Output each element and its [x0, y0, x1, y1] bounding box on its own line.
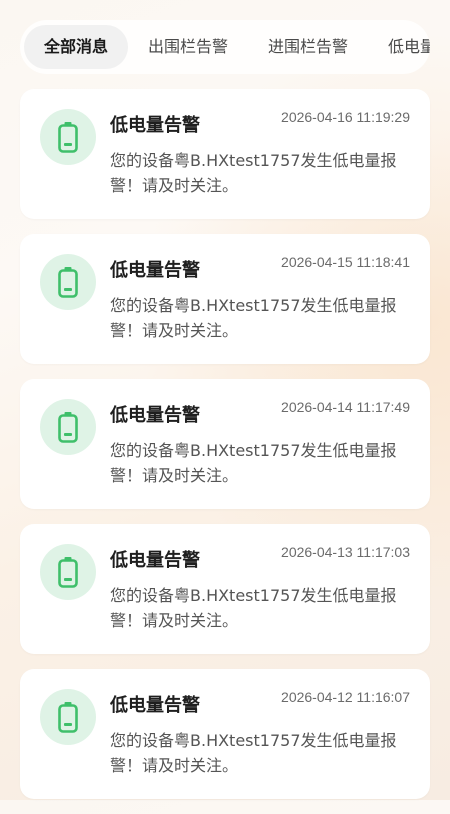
category-tab-bar[interactable]: 全部消息 出围栏告警 进围栏告警 低电量告警 [20, 20, 430, 74]
message-timestamp: 2026-04-16 11:19:29 [281, 109, 410, 125]
message-card[interactable]: 低电量告警 2026-04-15 11:18:41 您的设备粤B.HXtest1… [20, 234, 430, 364]
battery-low-icon [40, 254, 96, 310]
battery-low-icon [40, 544, 96, 600]
message-body: 您的设备粤B.HXtest1757发生低电量报警！请及时关注。 [110, 731, 397, 775]
tab-all-messages[interactable]: 全部消息 [24, 25, 129, 69]
message-title: 低电量告警 [110, 260, 200, 281]
message-title: 低电量告警 [110, 695, 200, 716]
tab-enter-fence-alarm[interactable]: 进围栏告警 [248, 25, 368, 69]
message-title: 低电量告警 [110, 550, 200, 571]
tab-exit-fence-alarm[interactable]: 出围栏告警 [128, 25, 248, 69]
message-timestamp: 2026-04-12 11:16:07 [281, 689, 410, 705]
message-body: 您的设备粤B.HXtest1757发生低电量报警！请及时关注。 [110, 151, 397, 195]
battery-low-icon [40, 109, 96, 165]
message-timestamp: 2026-04-15 11:18:41 [281, 254, 410, 270]
battery-low-icon [40, 689, 96, 745]
message-list[interactable]: 低电量告警 2026-04-16 11:19:29 您的设备粤B.HXtest1… [20, 89, 430, 814]
message-body: 您的设备粤B.HXtest1757发生低电量报警！请及时关注。 [110, 586, 397, 630]
message-timestamp: 2026-04-14 11:17:49 [281, 399, 410, 415]
message-card[interactable]: 低电量告警 2026-04-12 11:16:07 您的设备粤B.HXtest1… [20, 669, 430, 799]
message-body: 您的设备粤B.HXtest1757发生低电量报警！请及时关注。 [110, 296, 397, 340]
message-card[interactable]: 低电量告警 2026-04-14 11:17:49 您的设备粤B.HXtest1… [20, 379, 430, 509]
message-timestamp: 2026-04-13 11:17:03 [281, 544, 410, 560]
message-title: 低电量告警 [110, 115, 200, 136]
battery-low-icon [40, 399, 96, 455]
message-body: 您的设备粤B.HXtest1757发生低电量报警！请及时关注。 [110, 441, 397, 485]
message-card[interactable]: 低电量告警 2026-04-13 11:17:03 您的设备粤B.HXtest1… [20, 524, 430, 654]
tab-track: 全部消息 出围栏告警 进围栏告警 低电量告警 [24, 25, 430, 69]
message-card[interactable]: 低电量告警 2026-04-16 11:19:29 您的设备粤B.HXtest1… [20, 89, 430, 219]
message-title: 低电量告警 [110, 405, 200, 426]
tab-low-battery-alarm[interactable]: 低电量告警 [368, 25, 430, 69]
